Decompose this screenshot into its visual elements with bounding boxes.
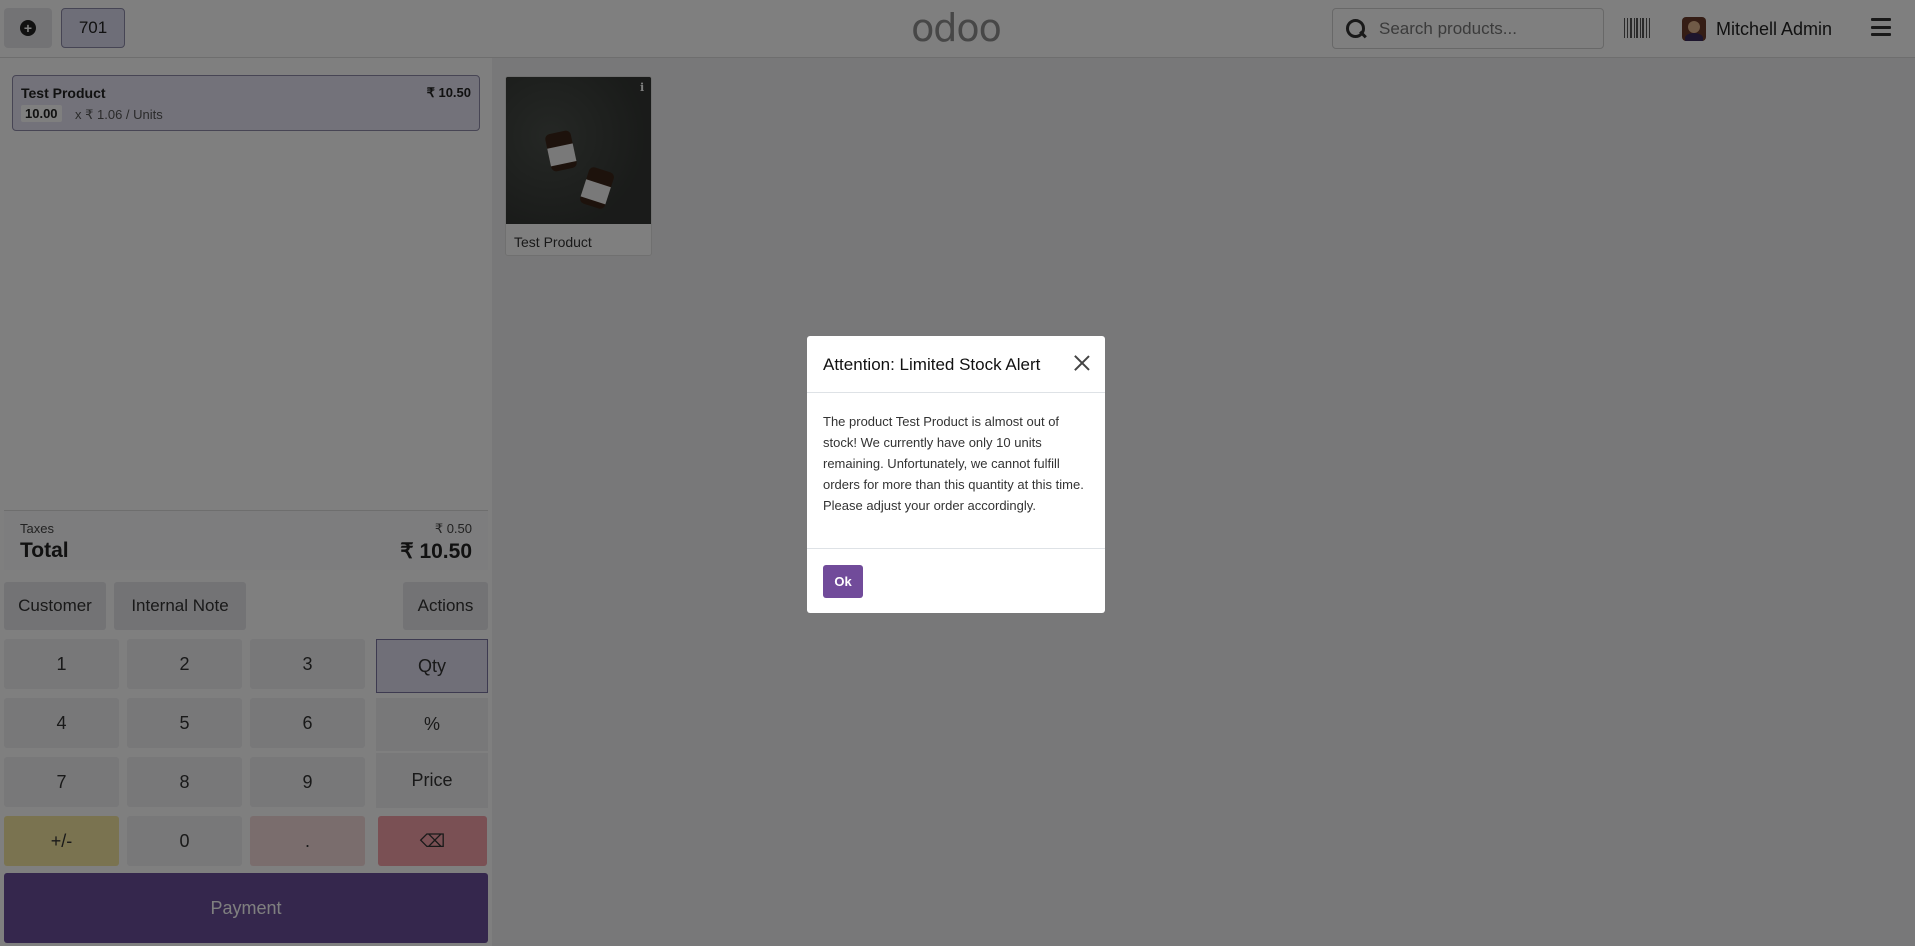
dialog-message: The product Test Product is almost out o…: [823, 414, 1084, 513]
dialog-title: Attention: Limited Stock Alert: [823, 355, 1041, 374]
dialog-header: Attention: Limited Stock Alert: [807, 336, 1105, 393]
stock-alert-dialog: Attention: Limited Stock Alert The produ…: [807, 336, 1105, 613]
ok-button[interactable]: Ok: [823, 565, 863, 598]
close-icon[interactable]: [1073, 354, 1091, 372]
dialog-footer: Ok: [807, 548, 1105, 613]
